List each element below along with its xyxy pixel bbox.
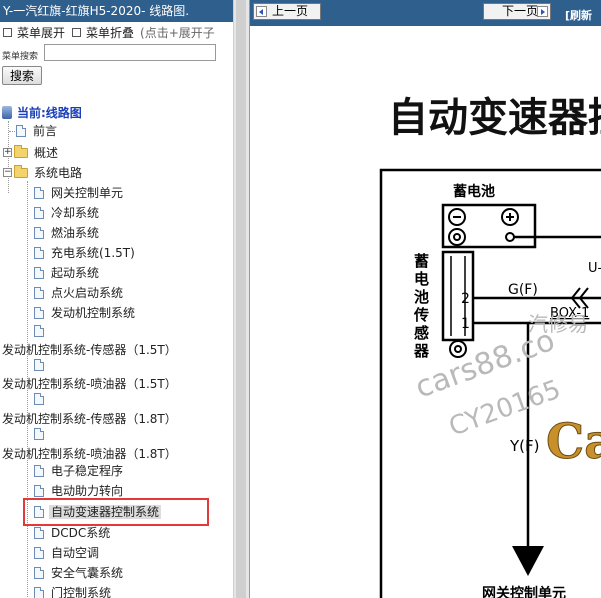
next-page-button[interactable]: 下一页 (483, 3, 551, 20)
document-icon (34, 206, 44, 219)
tree-item-door-control[interactable]: 门控制系统 (34, 583, 113, 598)
tree-item-engine-sensor-15t[interactable]: 发动机控制系统-传感器（1.5T） (2, 340, 177, 360)
document-icon (34, 324, 44, 337)
tree-item-doc-icon-only[interactable] (34, 355, 49, 375)
svg-text:电: 电 (414, 270, 429, 288)
wire-gf-label: G(F) (508, 282, 538, 298)
document-icon (34, 246, 44, 259)
svg-text:感: 感 (414, 324, 429, 342)
arrow-left-icon (256, 6, 267, 17)
tree-item-system-circuit[interactable]: − 系统电路 (3, 163, 84, 183)
document-title-bar: Y-一汽红旗-红旗H5-2020- 线路图. (0, 0, 233, 22)
watermark-logo: Ca (546, 414, 601, 470)
document-icon (34, 306, 44, 319)
tree-item-engine-injector-15t[interactable]: 发动机控制系统-喷油器（1.5T） (2, 374, 177, 394)
search-input[interactable] (44, 44, 216, 61)
document-icon (34, 566, 44, 579)
collapse-square-icon[interactable] (72, 28, 82, 37)
document-icon (34, 358, 44, 371)
tree-item-esp[interactable]: 电子稳定程序 (34, 461, 125, 481)
menu-collapse-link[interactable]: 菜单折叠 (86, 26, 134, 40)
document-icon (34, 286, 44, 299)
tree-item-starting[interactable]: 起动系统 (34, 263, 101, 283)
tree-item-ignition[interactable]: 点火启动系统 (34, 283, 125, 303)
tree-root[interactable]: 当前:线路图 (2, 103, 84, 123)
previous-page-button[interactable]: 上一页 (253, 3, 321, 20)
content-pane: 上一页 下一页 [刷新 自动变速器控 蓄电池 蓄 电 池 (249, 0, 601, 598)
tree-item-dcdc[interactable]: DCDC系统 (34, 523, 112, 543)
pin-1-label: 1 (461, 316, 470, 332)
tree-item-doc-icon-only[interactable] (34, 389, 49, 409)
battery-label: 蓄电池 (453, 183, 495, 200)
svg-text:器: 器 (413, 342, 430, 360)
collapse-minus-icon[interactable]: − (3, 168, 12, 177)
tree-item-cooling[interactable]: 冷却系统 (34, 203, 101, 223)
tree-item-overview[interactable]: + 概述 (3, 143, 60, 163)
document-icon (34, 586, 44, 598)
tree-item-preface[interactable]: 前言 (16, 121, 59, 141)
document-icon (34, 266, 44, 279)
sensor-vertical-label: 蓄 电 池 传 感 器 (413, 252, 430, 360)
menu-expand-link[interactable]: 菜单展开 (17, 26, 65, 40)
tree-item-gateway[interactable]: 网关控制单元 (34, 183, 125, 203)
wire-u-label: U- (588, 261, 601, 276)
diagram-title: 自动变速器控 (388, 95, 601, 141)
wire-yf-label: Y(F) (509, 437, 540, 455)
document-icon (34, 546, 44, 559)
svg-text:传: 传 (413, 306, 429, 324)
svg-text:池: 池 (414, 288, 429, 306)
selection-highlight-box (23, 498, 209, 526)
navigation-pane: Y-一汽红旗-红旗H5-2020- 线路图. 菜单展开 菜单折叠 (点击+展开子 菜… (0, 0, 233, 598)
menu-hint: (点击+展开子 (140, 26, 215, 40)
document-icon (34, 427, 44, 440)
pin-2-label: 2 (461, 291, 470, 307)
tree-item-engine-control[interactable]: 发动机控制系统 (34, 303, 137, 323)
tree-item-auto-ac[interactable]: 自动空调 (34, 543, 101, 563)
arrow-right-icon (537, 6, 548, 17)
folder-open-icon (14, 164, 28, 178)
document-icon (34, 226, 44, 239)
expand-plus-icon[interactable]: + (3, 148, 12, 157)
document-icon (34, 392, 44, 405)
document-icon (34, 464, 44, 477)
document-icon (16, 124, 26, 137)
menu-toggles: 菜单展开 菜单折叠 (点击+展开子 (2, 25, 233, 41)
globe-icon (2, 106, 12, 119)
left-scrollbar-thumb[interactable] (236, 0, 246, 598)
tree-item-engine-sensor-18t[interactable]: 发动机控制系统-传感器（1.8T） (2, 409, 177, 429)
arrow-down-icon (512, 546, 544, 576)
tree-item-doc-icon-only[interactable] (34, 424, 49, 444)
tree-item-fuel[interactable]: 燃油系统 (34, 223, 101, 243)
expand-square-icon[interactable] (3, 28, 12, 37)
tree-item-charging[interactable]: 充电系统(1.5T) (34, 243, 137, 263)
tree-item-doc-icon-only[interactable] (34, 321, 49, 341)
refresh-link[interactable]: [刷新 (565, 7, 592, 23)
content-toolbar: 上一页 下一页 [刷新 (250, 0, 601, 26)
document-icon (34, 484, 44, 497)
document-icon (34, 526, 44, 539)
svg-text:蓄: 蓄 (414, 252, 429, 270)
wiring-diagram: 自动变速器控 蓄电池 蓄 电 池 传 感 器 2 1 (379, 95, 601, 598)
folder-icon (14, 144, 28, 158)
search-label: 菜单搜索 (2, 52, 39, 62)
tree-item-airbag[interactable]: 安全气囊系统 (34, 563, 125, 583)
search-button[interactable]: 搜索 (2, 66, 42, 85)
gateway-unit-label: 网关控制单元 (482, 585, 566, 598)
document-icon (34, 186, 44, 199)
